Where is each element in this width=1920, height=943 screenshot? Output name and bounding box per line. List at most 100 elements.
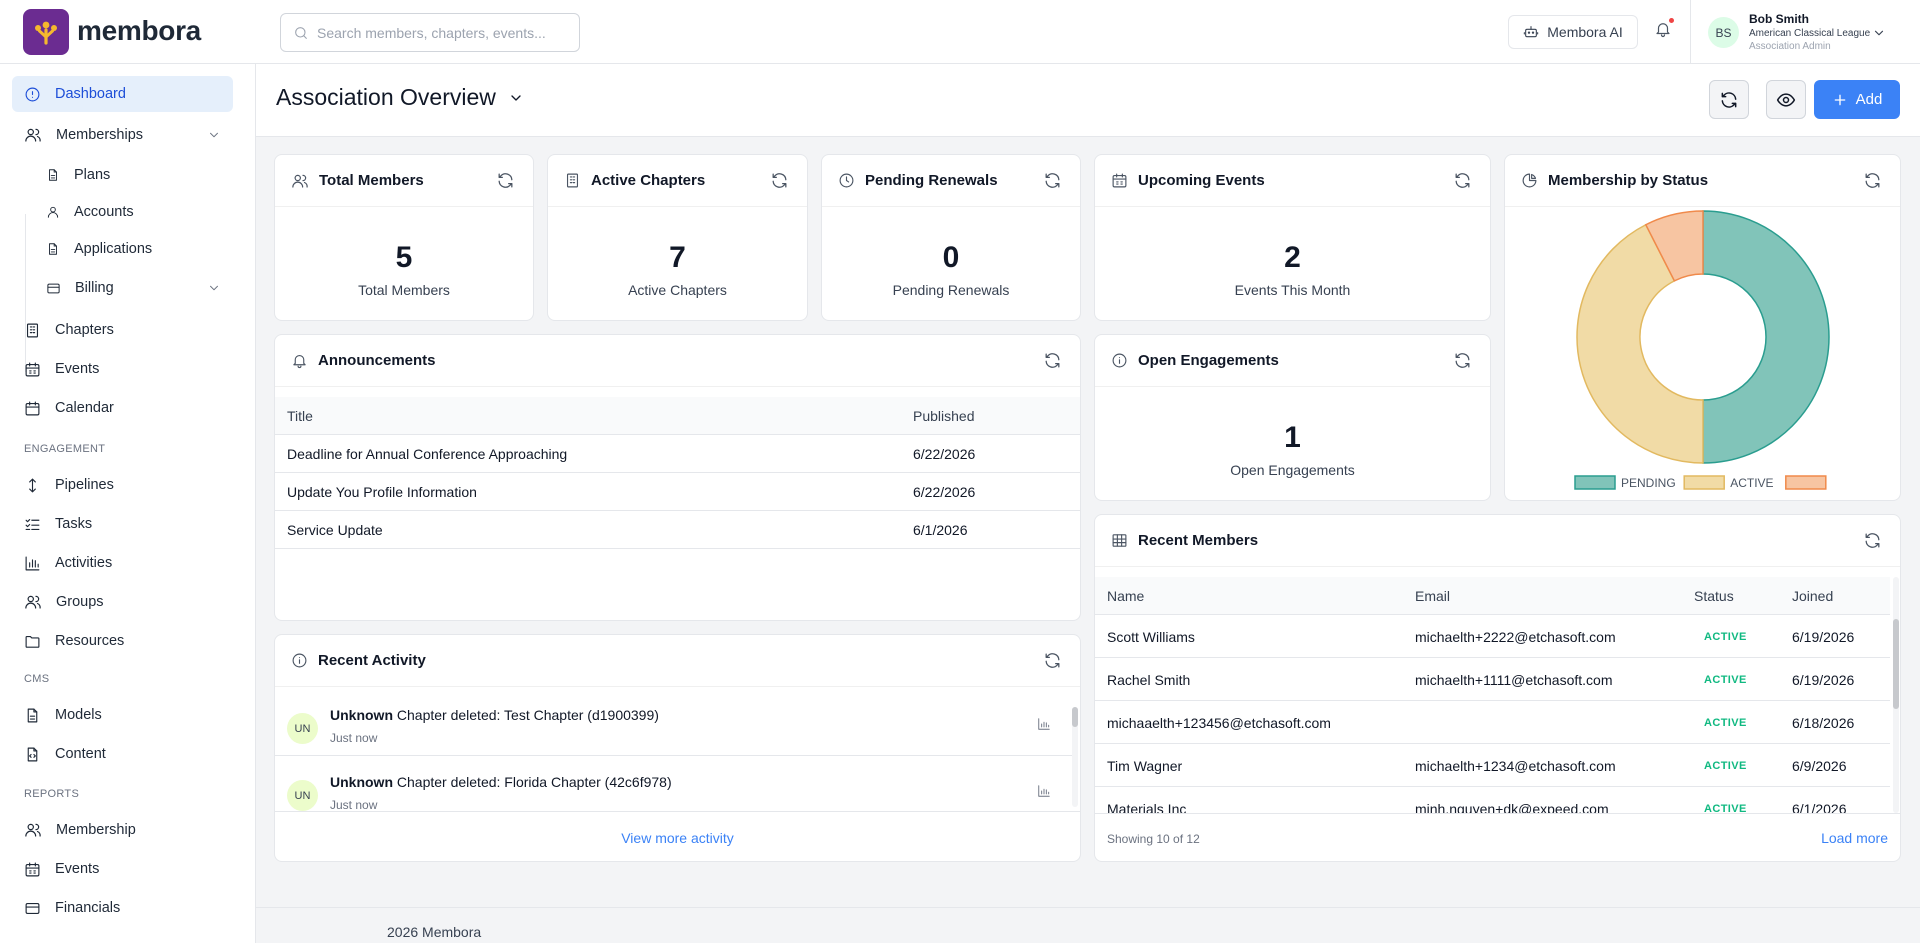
members-table[interactable]: Name Email Status Joined Scott Williams … bbox=[1095, 577, 1900, 813]
activity-avatar: UN bbox=[287, 713, 318, 744]
checklist-icon bbox=[25, 518, 40, 530]
search-box[interactable] bbox=[280, 13, 580, 52]
chevron-down-icon bbox=[511, 94, 521, 101]
sidebar-item-billing[interactable]: Billing bbox=[24, 270, 233, 306]
legend-swatch[interactable] bbox=[1574, 475, 1616, 490]
search-input[interactable] bbox=[317, 24, 567, 41]
legend-label: ACTIVE bbox=[1730, 476, 1773, 490]
table-row[interactable]: Service Update 6/1/2026 bbox=[275, 511, 1080, 549]
view-more-activity-link[interactable]: View more activity bbox=[621, 830, 734, 846]
sidebar-item-resources[interactable]: Resources bbox=[12, 623, 233, 659]
sidebar-item-label: Memberships bbox=[56, 127, 144, 143]
status-badge: ACTIVE bbox=[1704, 631, 1747, 643]
members-scrollbar[interactable] bbox=[1893, 577, 1899, 813]
notifications-button[interactable] bbox=[1654, 18, 1674, 38]
chart-icon[interactable] bbox=[1037, 717, 1051, 731]
table-row[interactable]: Update You Profile Information 6/22/2026 bbox=[275, 473, 1080, 511]
refresh-icon[interactable] bbox=[770, 171, 789, 190]
refresh-icon[interactable] bbox=[1453, 171, 1472, 190]
activity-avatar: UN bbox=[287, 780, 318, 811]
sidebar: Dashboard Memberships Plans Accounts App… bbox=[0, 64, 256, 943]
table-row[interactable]: Deadline for Annual Conference Approachi… bbox=[275, 435, 1080, 473]
list-item[interactable]: UN Unknown Chapter deleted: Test Chapter… bbox=[275, 689, 1073, 756]
announcement-title: Deadline for Annual Conference Approachi… bbox=[287, 446, 568, 462]
membora-ai-label: Membora AI bbox=[1547, 24, 1623, 40]
user-avatar[interactable]: BS bbox=[1708, 17, 1739, 48]
load-more-link[interactable]: Load more bbox=[1821, 830, 1888, 846]
sidebar-item-label: Plans bbox=[74, 167, 111, 183]
sidebar-item-dashboard[interactable]: Dashboard bbox=[12, 76, 233, 112]
list-item[interactable]: UN Unknown Chapter deleted: Florida Chap… bbox=[275, 756, 1073, 811]
sidebar-item-report-events[interactable]: Events bbox=[12, 851, 233, 887]
footer: 2026 Membora bbox=[256, 907, 1920, 943]
refresh-icon[interactable] bbox=[1043, 351, 1062, 370]
sidebar-item-tasks[interactable]: Tasks bbox=[12, 506, 233, 542]
sidebar-item-label: Groups bbox=[56, 594, 104, 610]
chevron-down-icon bbox=[210, 285, 218, 291]
sidebar-item-content[interactable]: Content bbox=[12, 736, 233, 772]
refresh-icon[interactable] bbox=[1863, 531, 1882, 550]
table-row[interactable]: Materials Inc minh.nguyen+dk@expeed.com … bbox=[1095, 787, 1890, 813]
sidebar-item-accounts[interactable]: Accounts bbox=[24, 194, 233, 230]
announcement-date: 6/22/2026 bbox=[913, 446, 976, 462]
refresh-icon[interactable] bbox=[1863, 171, 1882, 190]
chart-icon[interactable] bbox=[1037, 784, 1051, 798]
notification-dot bbox=[1669, 18, 1674, 23]
chevron-down-icon bbox=[210, 132, 218, 138]
sidebar-item-label: Activities bbox=[55, 555, 113, 571]
sidebar-item-report-financials[interactable]: Financials bbox=[12, 890, 233, 926]
add-button[interactable]: Add bbox=[1814, 80, 1900, 119]
activity-scrollbar[interactable] bbox=[1072, 707, 1078, 807]
sidebar-item-events[interactable]: Events bbox=[12, 351, 233, 387]
sidebar-item-memberships[interactable]: Memberships bbox=[12, 117, 233, 153]
sidebar-item-groups[interactable]: Groups bbox=[12, 584, 233, 620]
page-title-dropdown[interactable]: Association Overview bbox=[276, 84, 524, 111]
activity-text: Chapter deleted: Florida Chapter (42c6f9… bbox=[396, 774, 672, 790]
refresh-icon[interactable] bbox=[496, 171, 515, 190]
sidebar-item-chapters[interactable]: Chapters bbox=[12, 312, 233, 348]
column-header-joined: Joined bbox=[1792, 588, 1834, 604]
preview-button[interactable] bbox=[1766, 80, 1806, 119]
sidebar-item-activities[interactable]: Activities bbox=[12, 545, 233, 581]
sidebar-item-report-membership[interactable]: Membership bbox=[12, 812, 233, 848]
refresh-icon[interactable] bbox=[1453, 351, 1472, 370]
user-name[interactable]: Bob Smith bbox=[1749, 12, 1809, 26]
building-icon bbox=[566, 173, 579, 188]
sidebar-item-calendar[interactable]: Calendar bbox=[12, 390, 233, 426]
member-name: Materials Inc bbox=[1107, 801, 1187, 813]
refresh-dashboard-button[interactable] bbox=[1709, 80, 1749, 119]
card-title: Pending Renewals bbox=[865, 172, 998, 189]
user-menu-chevron-icon[interactable] bbox=[1872, 26, 1886, 40]
sidebar-item-label: Events bbox=[55, 861, 100, 877]
sidebar-item-applications[interactable]: Applications bbox=[24, 231, 233, 267]
section-label-cms: CMS bbox=[24, 673, 50, 685]
stat-label: Total Members bbox=[358, 282, 450, 298]
table-row[interactable]: Rachel Smith michaelth+1111@etchasoft.co… bbox=[1095, 658, 1890, 701]
users-icon bbox=[292, 174, 308, 188]
activity-list[interactable]: UN Unknown Chapter deleted: Test Chapter… bbox=[275, 689, 1080, 811]
scrollbar-thumb[interactable] bbox=[1072, 707, 1078, 727]
table-row[interactable]: Tim Wagner michaelth+1234@etchasoft.com … bbox=[1095, 744, 1890, 787]
stat-label: Active Chapters bbox=[628, 282, 727, 298]
status-badge: ACTIVE bbox=[1704, 760, 1747, 772]
calendar-icon bbox=[25, 401, 40, 415]
table-row[interactable]: Scott Williams michaelth+2222@etchasoft.… bbox=[1095, 615, 1890, 658]
sidebar-item-models[interactable]: Models bbox=[12, 697, 233, 733]
legend-swatch[interactable] bbox=[1785, 475, 1827, 490]
refresh-icon[interactable] bbox=[1043, 651, 1062, 670]
refresh-icon[interactable] bbox=[1043, 171, 1062, 190]
sidebar-item-pipelines[interactable]: Pipelines bbox=[12, 467, 233, 503]
credit-card-icon bbox=[47, 283, 60, 293]
arrows-vertical-icon bbox=[29, 478, 36, 492]
scrollbar-thumb[interactable] bbox=[1893, 619, 1899, 709]
legend-swatch[interactable] bbox=[1683, 475, 1725, 490]
membora-ai-button[interactable]: Membora AI bbox=[1508, 15, 1638, 49]
table-row[interactable]: michaaelth+123456@etchasoft.com ACTIVE 6… bbox=[1095, 701, 1890, 744]
logo-icon[interactable] bbox=[23, 9, 69, 55]
sidebar-item-label: Applications bbox=[74, 241, 153, 257]
status-badge: ACTIVE bbox=[1704, 674, 1747, 686]
code-file-icon bbox=[27, 747, 38, 761]
sidebar-item-plans[interactable]: Plans bbox=[24, 157, 233, 193]
footer-text: 2026 Membora bbox=[387, 924, 482, 940]
donut-slice-pending[interactable] bbox=[1702, 210, 1830, 464]
